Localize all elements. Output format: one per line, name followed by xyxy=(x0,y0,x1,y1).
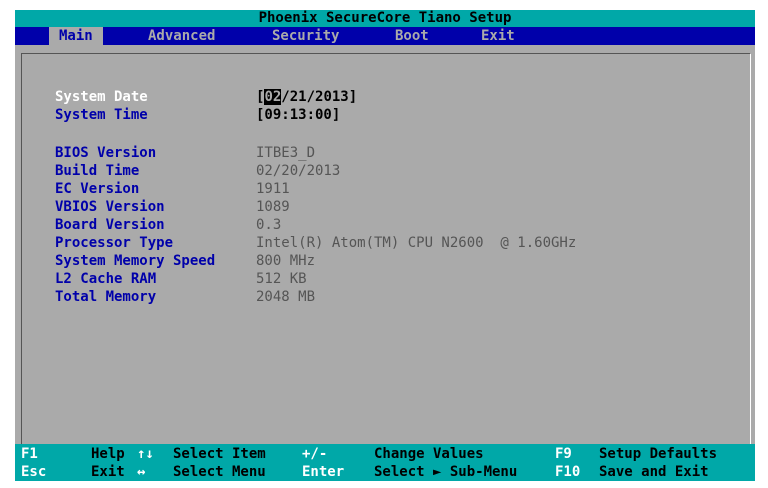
info-label: VBIOS Version xyxy=(55,199,165,215)
select-item-desc: Select Item xyxy=(173,446,266,462)
tab-boot[interactable]: Boot xyxy=(395,27,429,45)
change-values-desc: Change Values xyxy=(374,446,484,462)
info-label: Board Version xyxy=(55,217,165,233)
tab-main[interactable]: Main xyxy=(49,27,103,45)
help-desc: Help xyxy=(91,446,125,462)
info-label: System Memory Speed xyxy=(55,253,216,269)
menu-bar: Main Advanced Security Boot Exit xyxy=(15,27,755,45)
date-rest: /21/2013] xyxy=(281,89,358,105)
info-value: 800 MHz xyxy=(256,253,316,269)
system-time-label: System Time xyxy=(55,107,148,123)
exit-desc: Exit xyxy=(91,464,125,480)
bios-screen: Phoenix SecureCore Tiano Setup Main Adva… xyxy=(15,10,755,481)
system-date-label: System Date xyxy=(55,89,148,105)
select-menu-desc: Select Menu xyxy=(173,464,266,480)
key-enter: Enter xyxy=(302,464,345,480)
system-date-value[interactable]: [02/21/2013] xyxy=(256,88,357,106)
info-value: 1089 xyxy=(256,199,290,215)
info-label: EC Version xyxy=(55,181,140,197)
date-month-cursor[interactable]: 02 xyxy=(264,89,282,105)
tab-exit[interactable]: Exit xyxy=(481,27,515,45)
help-bar: F1 Help ↑↓ Select Item +/- Change Values… xyxy=(15,444,755,481)
title-bar: Phoenix SecureCore Tiano Setup xyxy=(15,10,755,27)
key-left-right: ↔ xyxy=(137,464,146,480)
select-submenu-desc: Select ► Sub-Menu xyxy=(374,464,518,480)
key-f10: F10 xyxy=(555,464,581,480)
info-value: 2048 MB xyxy=(256,289,316,305)
info-label: Processor Type xyxy=(55,235,174,251)
setup-defaults-desc: Setup Defaults xyxy=(599,446,718,462)
info-label: Total Memory xyxy=(55,289,157,305)
save-exit-desc: Save and Exit xyxy=(599,464,709,480)
info-value: ITBE3_D xyxy=(256,145,316,161)
system-time-value[interactable]: [09:13:00] xyxy=(256,106,340,124)
tab-advanced[interactable]: Advanced xyxy=(148,27,215,45)
info-value: 0.3 xyxy=(256,217,282,233)
info-value: 512 KB xyxy=(256,271,307,287)
key-f1: F1 xyxy=(21,446,38,462)
info-label: Build Time xyxy=(55,163,140,179)
key-f9: F9 xyxy=(555,446,572,462)
key-plus-minus: +/- xyxy=(302,446,328,462)
info-label: BIOS Version xyxy=(55,145,157,161)
tab-security[interactable]: Security xyxy=(272,27,339,45)
info-value: 1911 xyxy=(256,181,290,197)
key-up-down: ↑↓ xyxy=(137,446,154,462)
key-esc: Esc xyxy=(21,464,47,480)
info-label: L2 Cache RAM xyxy=(55,271,157,287)
info-value: 02/20/2013 xyxy=(256,163,341,179)
setup-title: Phoenix SecureCore Tiano Setup xyxy=(258,10,512,26)
info-value: Intel(R) Atom(TM) CPU N2600 @ 1.60GHz xyxy=(256,235,577,251)
